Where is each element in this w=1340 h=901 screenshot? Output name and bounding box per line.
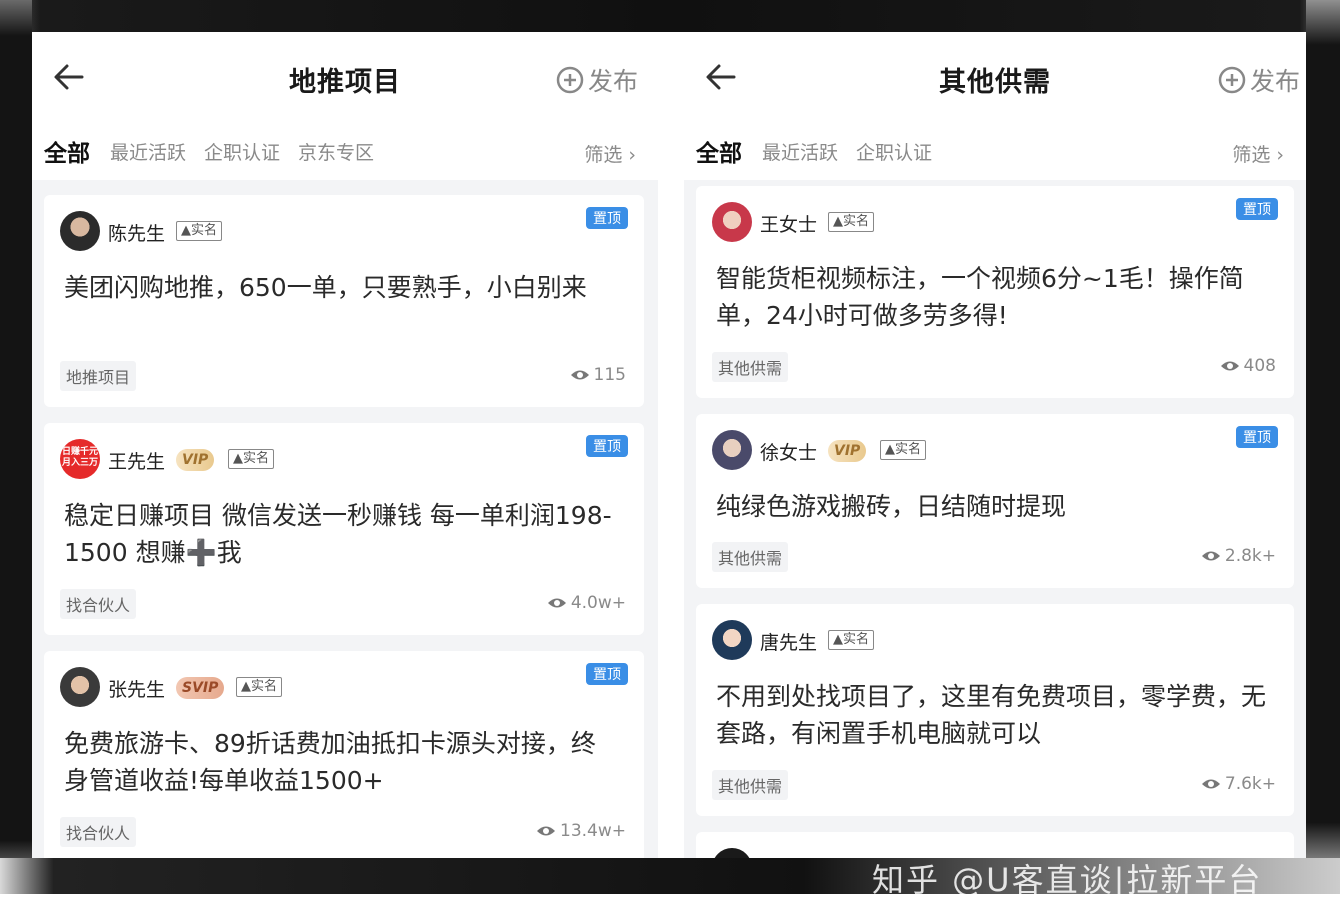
tab-company-verified[interactable]: 企职认证 [204,138,280,165]
post-content[interactable]: 美团闪购地推，650一单，只要熟手，小白别来 [64,269,618,306]
pinned-badge: 置顶 [1236,198,1278,220]
post-content[interactable]: 智能货柜视频标注，一个视频6分~1毛！操作简单，24小时可做多劳多得! [716,260,1268,334]
zhihu-watermark: 知乎 @U客直谈|拉新平台 [872,861,1263,899]
plus-circle-icon [556,66,584,94]
pinned-badge: 置顶 [586,435,628,457]
photo-frame-right [1306,0,1340,894]
filter-label: 筛选 [584,144,623,166]
person-icon: ▲ [181,223,191,238]
plus-circle-icon [1218,66,1246,94]
person-icon: ▲ [833,214,843,229]
category-tag[interactable]: 其他供需 [712,542,789,572]
pinned-badge: 置顶 [1236,426,1278,448]
left-header: 地推项目 发布 [32,32,658,128]
eye-icon [1220,361,1239,371]
category-tag[interactable]: 其他供需 [712,352,789,382]
tab-jd-zone[interactable]: 京东专区 [298,138,374,165]
avatar[interactable] [712,848,752,858]
username[interactable]: 唐先生 [760,628,817,655]
publish-label: 发布 [587,67,638,96]
chevron-right-icon: › [1276,144,1284,166]
realname-badge: ▲实名 [236,677,283,697]
pinned-badge: 置顶 [586,663,628,685]
chevron-right-icon: › [628,144,636,166]
post-card[interactable]: 唐先生 ▲实名 不用到处找项目了，这里有免费项目，零学费，无套路，有闲置手机电脑… [696,604,1294,816]
left-tab-bar: 全部 最近活跃 企职认证 京东专区 筛选 › [32,128,658,180]
post-content[interactable]: 免费旅游卡、89折话费加油抵扣卡源头对接，终身管道收益!每单收益1500+ [64,725,618,799]
publish-button[interactable]: 发布 [556,62,638,98]
category-tag[interactable]: 地推项目 [60,361,137,391]
tab-company-verified[interactable]: 企职认证 [856,138,932,165]
right-header: 其他供需 发布 [684,32,1306,128]
photo-frame-left [0,0,32,894]
realname-badge: ▲实名 [828,630,875,650]
pinned-badge: 置顶 [586,207,628,229]
publish-label: 发布 [1249,67,1300,96]
post-content[interactable]: 纯绿色游戏搬砖，日结随时提现 [716,488,1268,525]
username[interactable]: 陈先生 [108,219,165,246]
vip-badge: VIP [828,440,867,462]
eye-icon [1201,779,1220,789]
svip-badge: SVIP [176,677,225,699]
post-card[interactable]: 日赚千元月入三万 王先生 VIP ▲实名 置顶 稳定日赚项目 微信发送一秒赚钱 … [44,423,644,635]
photo-frame-top [0,0,1340,32]
filter-button[interactable]: 筛选 › [584,140,636,167]
category-tag[interactable]: 找合伙人 [60,589,137,619]
post-card[interactable]: 张先生 SVIP ▲实名 置顶 免费旅游卡、89折话费加油抵扣卡源头对接，终身管… [44,651,644,858]
tab-recent-active[interactable]: 最近活跃 [762,138,838,165]
post-content[interactable]: 稳定日赚项目 微信发送一秒赚钱 每一单利润198-1500 想赚➕我 [64,497,618,571]
avatar[interactable] [712,620,752,660]
view-count: 7.6k+ [1201,774,1276,794]
realname-badge: ▲实名 [880,440,927,460]
view-count: 4.0w+ [547,593,626,613]
tab-recent-active[interactable]: 最近活跃 [110,138,186,165]
eye-icon [537,826,555,836]
eye-icon [570,370,589,380]
avatar[interactable] [712,430,752,470]
eye-icon [547,598,566,608]
avatar[interactable] [60,211,100,251]
view-count: 408 [1220,356,1276,376]
right-screen: 其他供需 发布 全部 最近活跃 企职认证 筛选 › 王女士 ▲实名 置顶 智能货… [684,32,1306,858]
person-icon: ▲ [833,632,843,647]
eye-icon [1201,551,1220,561]
category-tag[interactable]: 其他供需 [712,770,789,800]
right-tab-bar: 全部 最近活跃 企职认证 筛选 › [684,128,1306,180]
realname-badge: ▲实名 [828,212,875,232]
category-tag[interactable]: 找合伙人 [60,817,137,847]
username[interactable]: 王先生 [108,447,165,474]
person-icon: ▲ [885,442,895,457]
person-icon: ▲ [241,679,251,694]
post-card[interactable]: 陈先生 ▲实名 置顶 美团闪购地推，650一单，只要熟手，小白别来 地推项目 1… [44,195,644,407]
tab-all[interactable]: 全部 [696,134,742,168]
username[interactable]: 徐女士 [760,438,817,465]
realname-badge: ▲实名 [228,449,275,469]
publish-button[interactable]: 发布 [1218,62,1300,98]
screens-container: 地推项目 发布 全部 最近活跃 企职认证 京东专区 筛选 › 陈先生 ▲实名 置… [32,32,1306,858]
avatar[interactable]: 日赚千元月入三万 [60,439,100,479]
left-screen: 地推项目 发布 全部 最近活跃 企职认证 京东专区 筛选 › 陈先生 ▲实名 置… [32,32,658,858]
person-icon: ▲ [233,451,243,466]
view-count: 2.8k+ [1201,546,1276,566]
filter-label: 筛选 [1232,144,1271,166]
avatar[interactable] [712,202,752,242]
username[interactable]: 王女士 [760,210,817,237]
post-card[interactable]: 徐女士 VIP ▲实名 置顶 纯绿色游戏搬砖，日结随时提现 其他供需 2.8k+ [696,414,1294,588]
view-count: 115 [570,365,626,385]
username[interactable]: 张先生 [108,675,165,702]
filter-button[interactable]: 筛选 › [1232,140,1284,167]
page-title: 其他供需 [939,67,1051,98]
avatar[interactable] [60,667,100,707]
post-content[interactable]: 不用到处找项目了，这里有免费项目，零学费，无套路，有闲置手机电脑就可以 [716,678,1268,752]
realname-badge: ▲实名 [176,221,223,241]
tab-all[interactable]: 全部 [44,134,90,168]
post-card[interactable]: 王女士 ▲实名 置顶 智能货柜视频标注，一个视频6分~1毛！操作简单，24小时可… [696,186,1294,398]
view-count: 13.4w+ [536,821,626,841]
vip-badge: VIP [176,449,215,471]
